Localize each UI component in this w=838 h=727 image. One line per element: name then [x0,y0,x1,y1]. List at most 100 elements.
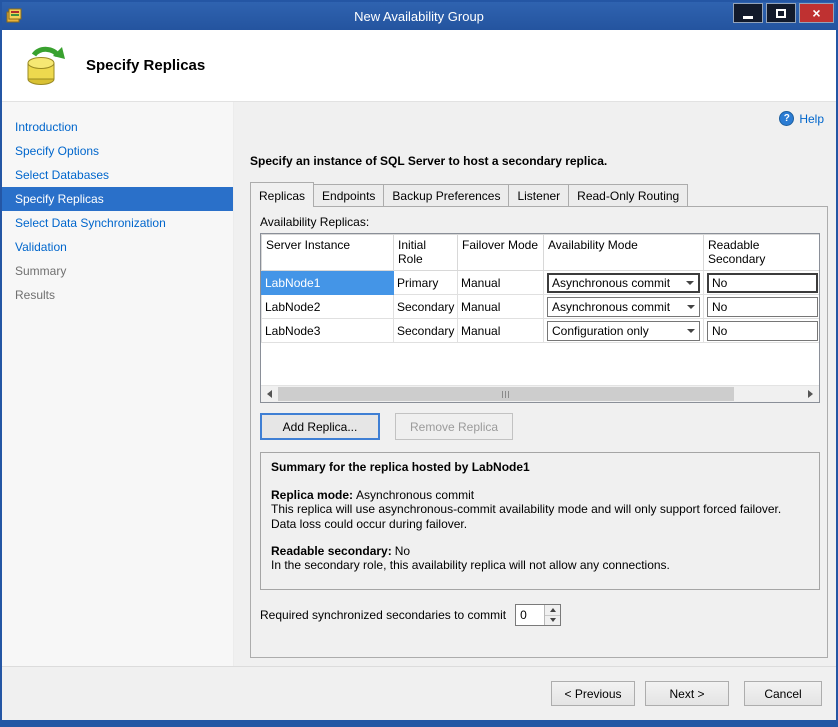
arrow-down-icon [550,618,556,622]
availability-mode-dropdown[interactable]: Asynchronous commit [547,273,700,293]
cell-availability-mode: Configuration only [544,319,704,343]
remove-replica-button: Remove Replica [395,413,513,440]
cell-availability-mode: Asynchronous commit [544,295,704,319]
scrollbar-track[interactable] [278,386,802,402]
sidebar-item-summary: Summary [2,259,233,283]
tab-strip: Replicas Endpoints Backup Preferences Li… [250,182,824,206]
maximize-icon [776,9,786,18]
maximize-button[interactable] [766,3,796,23]
titlebar: New Availability Group × [2,2,836,30]
cell-server-instance[interactable]: LabNode3 [262,319,394,343]
required-secondaries-row: Required synchronized secondaries to com… [260,604,818,626]
minimize-icon [743,16,753,19]
grip-icon [502,391,503,398]
scroll-right-button[interactable] [802,386,819,402]
close-icon: × [812,5,820,21]
sidebar-item-specify-replicas[interactable]: Specify Replicas [2,187,233,211]
availability-mode-dropdown[interactable]: Configuration only [547,321,700,341]
tab-backup-preferences[interactable]: Backup Preferences [383,184,509,206]
cell-server-instance[interactable]: LabNode2 [262,295,394,319]
grid-empty-area [261,343,819,385]
help-row: ? Help [250,110,824,127]
cell-server-instance[interactable]: LabNode1 [262,271,394,295]
replicas-tab-panel: Availability Replicas: Server Instance I… [250,206,828,658]
required-secondaries-input[interactable] [516,605,544,625]
replica-summary-panel: Summary for the replica hosted by LabNod… [260,452,820,590]
arrow-left-icon [267,390,272,398]
table-header-row: Server Instance Initial Role Failover Mo… [262,235,821,271]
availability-replicas-label: Availability Replicas: [260,215,818,229]
table-row[interactable]: LabNode2 Secondary Manual Asynchronous c… [262,295,821,319]
replica-buttons-row: Add Replica... Remove Replica [260,413,818,440]
spinner-down-button[interactable] [545,616,560,626]
app-icon [6,8,24,24]
main-content: ? Help Specify an instance of SQL Server… [234,102,836,666]
wizard-header: Specify Replicas [2,30,836,102]
availability-mode-dropdown[interactable]: Asynchronous commit [547,297,700,317]
table-row[interactable]: LabNode1 Primary Manual Asynchronous com… [262,271,821,295]
spinner-up-button[interactable] [545,605,560,616]
add-replica-button[interactable]: Add Replica... [260,413,380,440]
cell-failover-mode: Manual [458,319,544,343]
replica-mode-description: This replica will use asynchronous-commi… [271,502,809,531]
replica-mode-line: Replica mode:Asynchronous commit [271,488,809,502]
close-button[interactable]: × [799,3,834,23]
tab-listener[interactable]: Listener [508,184,569,206]
horizontal-scrollbar[interactable] [261,385,819,402]
cancel-button[interactable]: Cancel [744,681,822,706]
sidebar-item-select-data-synchronization[interactable]: Select Data Synchronization [2,211,233,235]
cell-readable-secondary: No [704,295,821,319]
cell-initial-role: Secondary [394,319,458,343]
required-secondaries-label: Required synchronized secondaries to com… [260,608,506,622]
cell-initial-role: Secondary [394,295,458,319]
cell-failover-mode: Manual [458,271,544,295]
help-link[interactable]: Help [799,112,824,126]
minimize-button[interactable] [733,3,763,23]
cell-failover-mode: Manual [458,295,544,319]
sidebar-item-specify-options[interactable]: Specify Options [2,139,233,163]
previous-button[interactable]: < Previous [551,681,635,706]
instruction-text: Specify an instance of SQL Server to hos… [250,154,824,168]
cell-availability-mode: Asynchronous commit [544,271,704,295]
grip-icon [505,391,506,398]
tab-read-only-routing[interactable]: Read-Only Routing [568,184,688,206]
grip-icon [508,391,509,398]
dropdown-value: Asynchronous commit [552,300,670,314]
sidebar-item-select-databases[interactable]: Select Databases [2,163,233,187]
scroll-left-button[interactable] [261,386,278,402]
replicas-grid: Server Instance Initial Role Failover Mo… [260,233,820,403]
cell-readable-secondary: No [704,319,821,343]
wizard-body: Introduction Specify Options Select Data… [2,102,836,666]
database-sync-icon [22,43,68,89]
readable-secondary-dropdown[interactable]: No [707,321,818,341]
wizard-footer: < Previous Next > Cancel [2,666,836,720]
wizard-steps-sidebar: Introduction Specify Options Select Data… [2,102,234,666]
column-header-failover-mode: Failover Mode [458,235,544,271]
dropdown-value: Asynchronous commit [552,276,670,290]
summary-title: Summary for the replica hosted by LabNod… [271,460,809,474]
spinner-buttons [544,605,560,625]
page-title: Specify Replicas [86,57,205,74]
readable-secondary-line: Readable secondary:No [271,544,809,558]
cell-initial-role: Primary [394,271,458,295]
tab-endpoints[interactable]: Endpoints [313,184,384,206]
readable-secondary-dropdown[interactable]: No [707,297,818,317]
sidebar-item-introduction[interactable]: Introduction [2,115,233,139]
replica-mode-label: Replica mode: [271,488,353,502]
table-row[interactable]: LabNode3 Secondary Manual Configuration … [262,319,821,343]
chevron-down-icon [683,322,699,340]
column-header-initial-role: Initial Role [394,235,458,271]
replicas-table: Server Instance Initial Role Failover Mo… [261,234,820,343]
dropdown-value: Configuration only [552,324,649,338]
tab-replicas[interactable]: Replicas [250,182,314,207]
window-title: New Availability Group [2,9,836,24]
readable-secondary-dropdown[interactable]: No [707,273,818,293]
scrollbar-thumb[interactable] [278,387,734,401]
help-icon: ? [779,111,794,126]
next-button[interactable]: Next > [645,681,729,706]
column-header-server-instance: Server Instance [262,235,394,271]
required-secondaries-spinner [515,604,561,626]
sidebar-item-validation[interactable]: Validation [2,235,233,259]
cell-readable-secondary: No [704,271,821,295]
chevron-down-icon [683,298,699,316]
